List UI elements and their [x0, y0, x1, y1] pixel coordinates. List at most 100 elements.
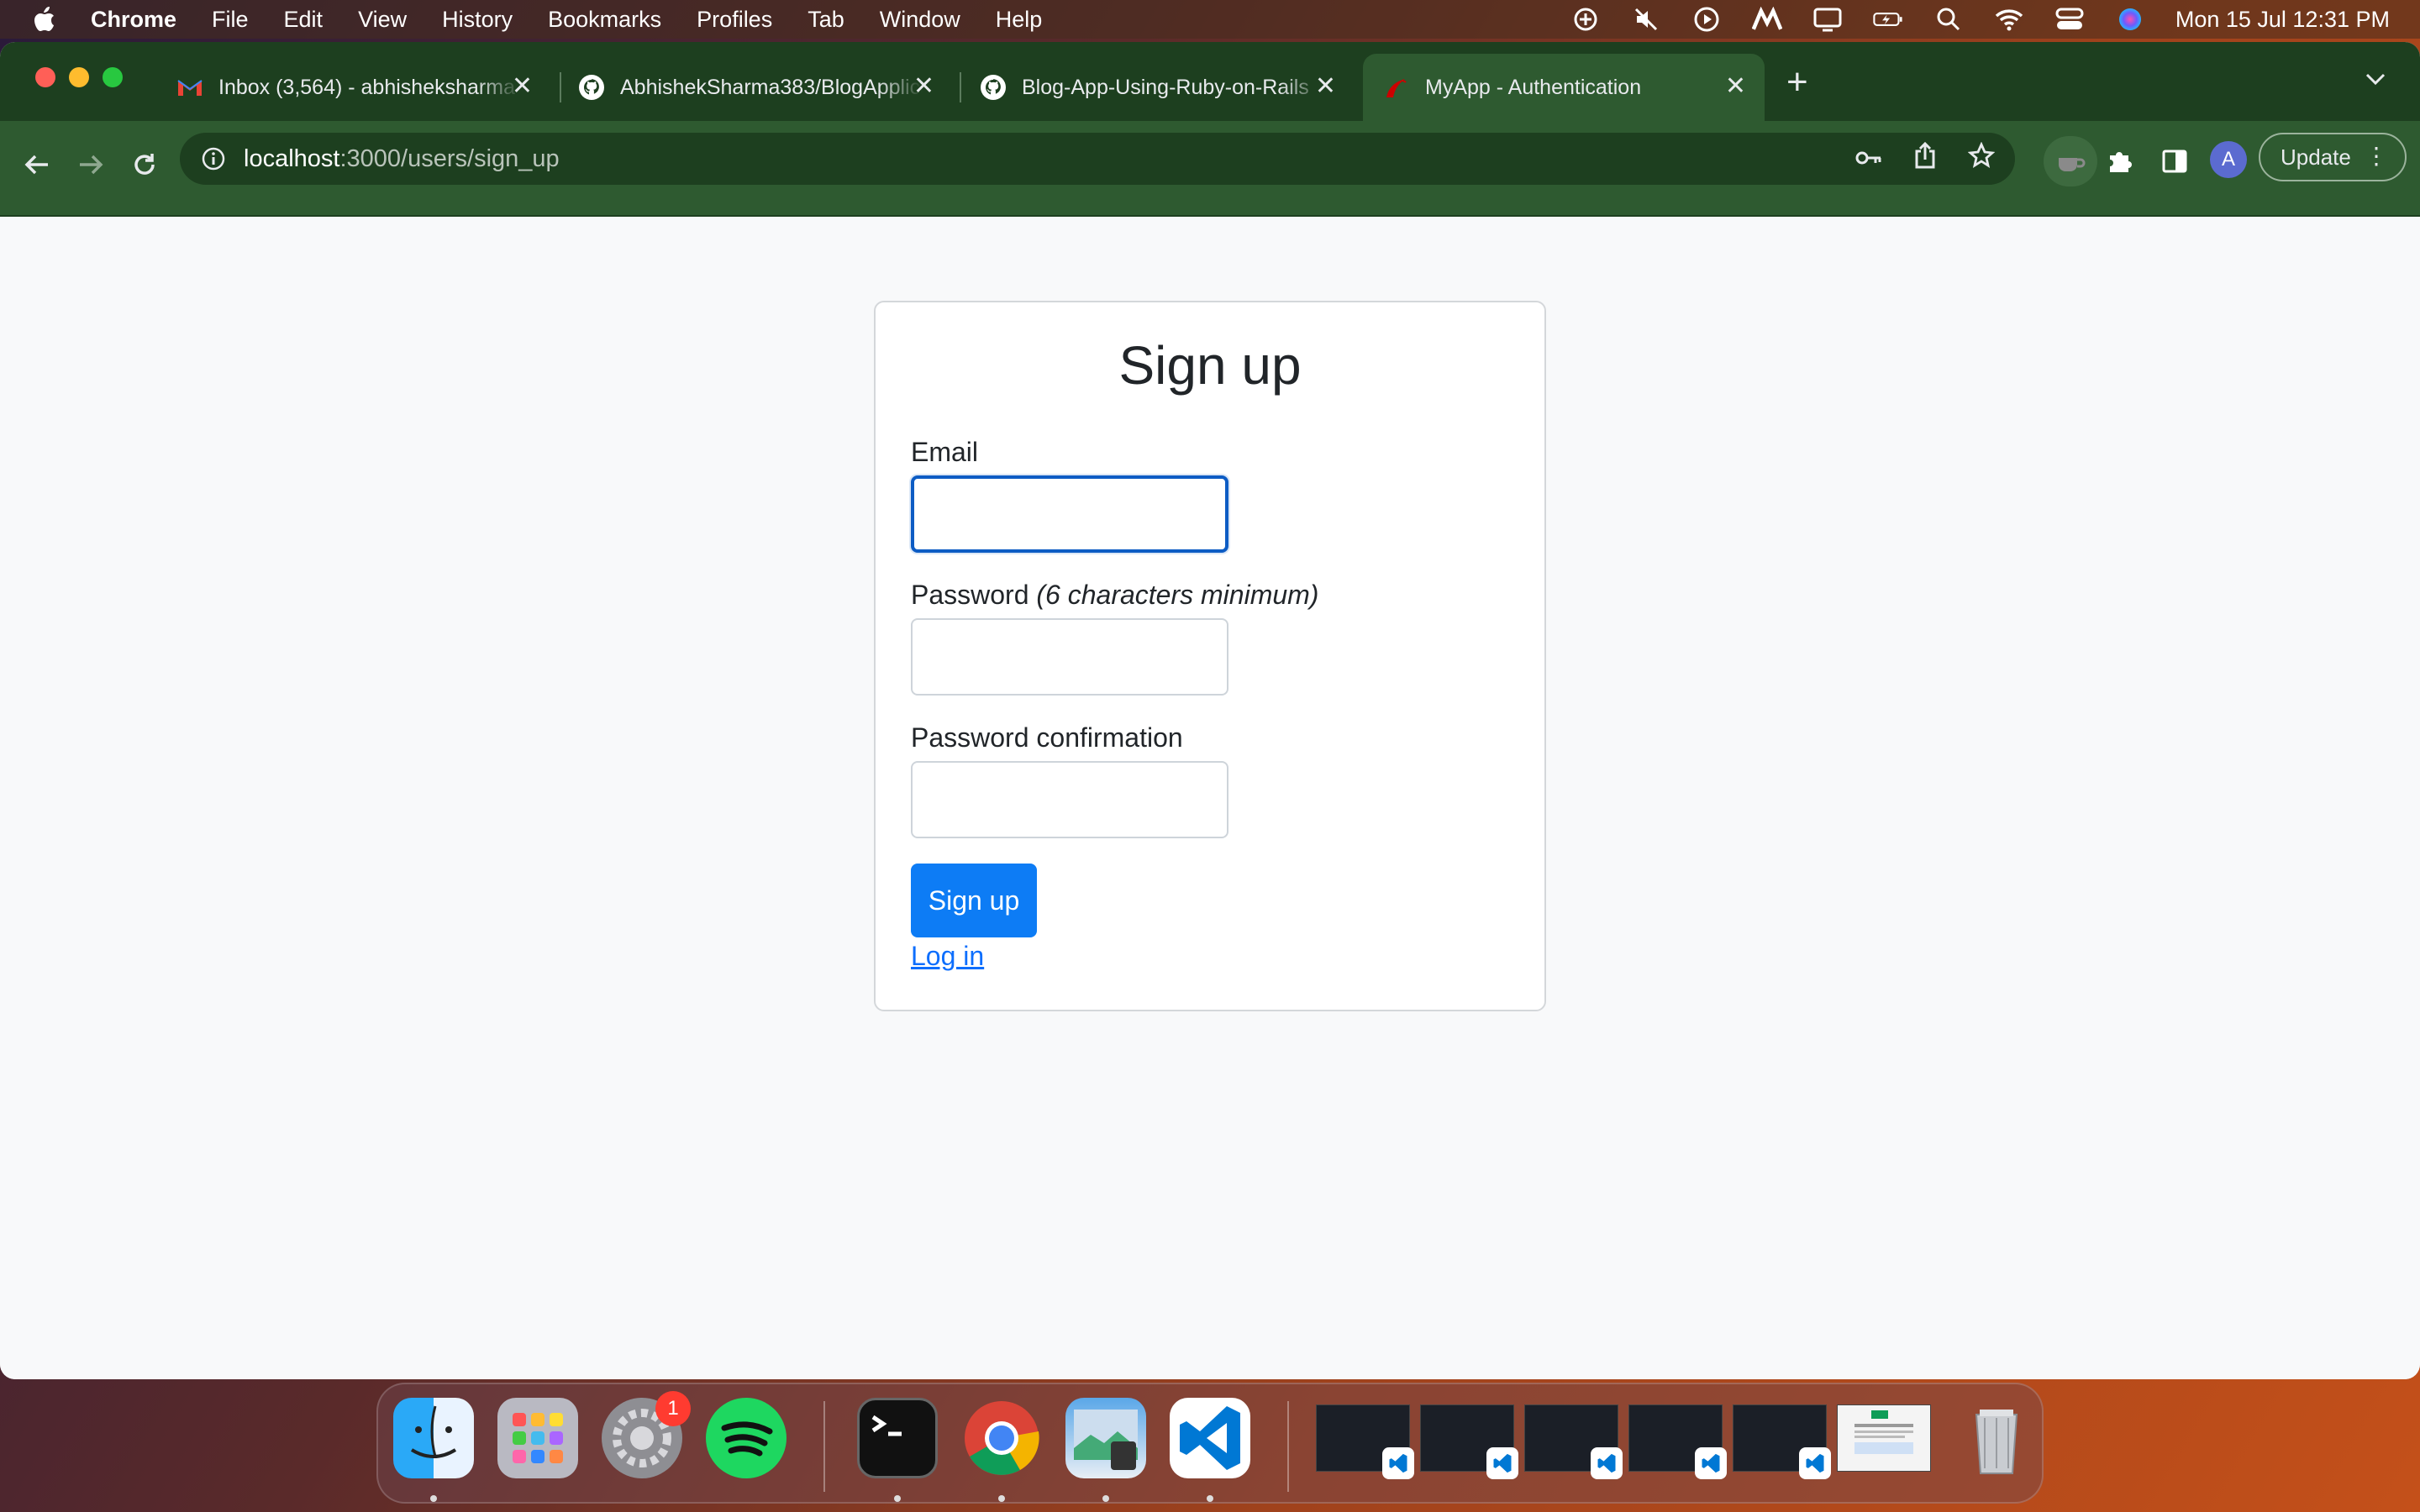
rails-icon: [1383, 74, 1410, 101]
password-confirmation-label: Password confirmation: [911, 722, 1183, 753]
tab-strip: Inbox (3,564) - abhisheksharma ✕ Abhishe…: [0, 42, 2420, 121]
minimized-window-thumbnail[interactable]: [1628, 1404, 1727, 1479]
password-label-text: Password: [911, 580, 1029, 610]
sign-up-button[interactable]: Sign up: [911, 864, 1037, 937]
password-key-icon[interactable]: [1855, 145, 1882, 173]
tab-title: AbhishekSharma383/BlogApplication: [620, 75, 923, 99]
terminal-icon[interactable]: [857, 1398, 938, 1478]
vscode-running-indicator: [1207, 1495, 1213, 1502]
forward-icon[interactable]: [71, 144, 111, 185]
chrome-icon[interactable]: [961, 1398, 1042, 1478]
tab-gmail-inbox[interactable]: Inbox (3,564) - abhisheksharma ✕: [156, 54, 551, 121]
email-field[interactable]: [911, 475, 1228, 553]
minimize-window-button[interactable]: [69, 67, 89, 87]
menu-history[interactable]: History: [442, 7, 513, 33]
macos-menu-bar: Chrome File Edit View History Bookmarks …: [0, 0, 2420, 39]
password-hint: (6 characters minimum): [1036, 580, 1319, 610]
search-icon[interactable]: [1933, 7, 1964, 32]
bookmark-star-icon[interactable]: [1967, 141, 1996, 176]
menu-profiles[interactable]: Profiles: [697, 7, 772, 33]
extension-coffee-icon[interactable]: [2044, 136, 2097, 186]
page-content: Sign up Email Password (6 characters min…: [0, 217, 2420, 1379]
menu-help[interactable]: Help: [996, 7, 1043, 33]
tab-search-icon[interactable]: [2365, 72, 2386, 90]
preview-icon[interactable]: [1065, 1398, 1146, 1478]
extensions-puzzle-icon[interactable]: [2102, 144, 2136, 178]
site-info-icon[interactable]: [200, 145, 227, 172]
settings-notification-badge: 1: [655, 1391, 691, 1426]
vscode-icon[interactable]: [1170, 1398, 1250, 1478]
terminal-running-indicator: [894, 1495, 901, 1502]
tab-myapp-authentication[interactable]: MyApp - Authentication ✕: [1363, 54, 1765, 121]
menu-file[interactable]: File: [212, 7, 249, 33]
page-title: Sign up: [1118, 335, 1302, 396]
reload-icon[interactable]: [124, 144, 165, 185]
gmail-icon: [176, 74, 203, 101]
minimized-window-thumbnail[interactable]: [1420, 1404, 1518, 1479]
zoom-window-button[interactable]: [103, 67, 123, 87]
battery-icon[interactable]: [1873, 7, 1903, 32]
trash-icon[interactable]: [1956, 1398, 2037, 1478]
back-icon[interactable]: [17, 144, 57, 185]
dock-separator: [1287, 1401, 1289, 1492]
minimized-window-thumbnail[interactable]: [1316, 1404, 1414, 1479]
minimized-window-thumbnail[interactable]: [1837, 1404, 1931, 1472]
close-tab-icon[interactable]: ✕: [1315, 74, 1336, 99]
menu-edit[interactable]: Edit: [284, 7, 324, 33]
address-bar[interactable]: localhost :3000/users/sign_up: [180, 133, 2015, 185]
side-panel-icon[interactable]: [2158, 144, 2191, 178]
signup-card: Sign up Email Password (6 characters min…: [874, 301, 1546, 1011]
browser-toolbar: localhost :3000/users/sign_up A Update ⋮: [0, 121, 2420, 217]
menu-clock[interactable]: Mon 15 Jul 12:31 PM: [2175, 7, 2390, 33]
minimized-window-thumbnail[interactable]: [1733, 1404, 1831, 1479]
tab-github-blogapplication[interactable]: AbhishekSharma383/BlogApplication ✕: [558, 54, 953, 121]
wifi-icon[interactable]: [1994, 7, 2024, 32]
play-icon[interactable]: [1691, 7, 1722, 32]
menu-window[interactable]: Window: [880, 7, 960, 33]
vscode-badge-icon: [1799, 1447, 1831, 1479]
minimized-window-thumbnail[interactable]: [1524, 1404, 1623, 1479]
email-label: Email: [911, 437, 978, 468]
github-icon: [578, 74, 605, 101]
update-label: Update: [2281, 144, 2351, 170]
profile-avatar[interactable]: A: [2210, 141, 2247, 178]
email-label-text: Email: [911, 437, 979, 467]
display-icon[interactable]: [1812, 7, 1843, 32]
mute-icon[interactable]: [1631, 7, 1661, 32]
close-tab-icon[interactable]: ✕: [913, 74, 934, 99]
menu-app-name[interactable]: Chrome: [91, 7, 176, 33]
spotify-icon[interactable]: [706, 1398, 786, 1478]
siri-icon[interactable]: [2115, 7, 2145, 32]
chrome-running-indicator: [998, 1495, 1005, 1502]
close-tab-icon[interactable]: ✕: [1725, 74, 1746, 99]
close-tab-icon[interactable]: ✕: [512, 74, 533, 99]
share-icon[interactable]: [1914, 141, 1936, 176]
menu-tab[interactable]: Tab: [808, 7, 844, 33]
finder-running-indicator: [430, 1495, 437, 1502]
tab-github-blog-app[interactable]: Blog-App-Using-Ruby-on-Rails ✕: [960, 54, 1355, 121]
control-center-icon[interactable]: [2054, 7, 2085, 32]
launchpad-icon[interactable]: [497, 1398, 578, 1478]
apple-menu-icon[interactable]: [32, 6, 57, 33]
url-path: :3000/users/sign_up: [339, 144, 560, 172]
close-window-button[interactable]: [35, 67, 55, 87]
password-confirmation-field[interactable]: [911, 761, 1228, 838]
preview-running-indicator: [1102, 1495, 1109, 1502]
vscode-badge-icon: [1591, 1447, 1623, 1479]
password-field[interactable]: [911, 618, 1228, 696]
password-confirmation-label-text: Password confirmation: [911, 722, 1183, 753]
menu-view[interactable]: View: [358, 7, 407, 33]
monogram-icon[interactable]: [1751, 7, 1782, 32]
more-menu-icon[interactable]: ⋮: [2365, 143, 2388, 170]
vscode-badge-icon: [1695, 1447, 1727, 1479]
dock-separator: [823, 1401, 825, 1492]
log-in-link[interactable]: Log in: [911, 941, 984, 972]
tab-title: Inbox (3,564) - abhisheksharma: [218, 75, 515, 99]
vscode-badge-icon: [1486, 1447, 1518, 1479]
finder-icon[interactable]: [393, 1398, 474, 1478]
menu-bookmarks[interactable]: Bookmarks: [548, 7, 661, 33]
sync-icon[interactable]: [1570, 7, 1601, 32]
update-button[interactable]: Update ⋮: [2259, 133, 2407, 181]
new-tab-button[interactable]: +: [1786, 64, 1808, 101]
macos-dock: 1: [376, 1383, 2044, 1504]
